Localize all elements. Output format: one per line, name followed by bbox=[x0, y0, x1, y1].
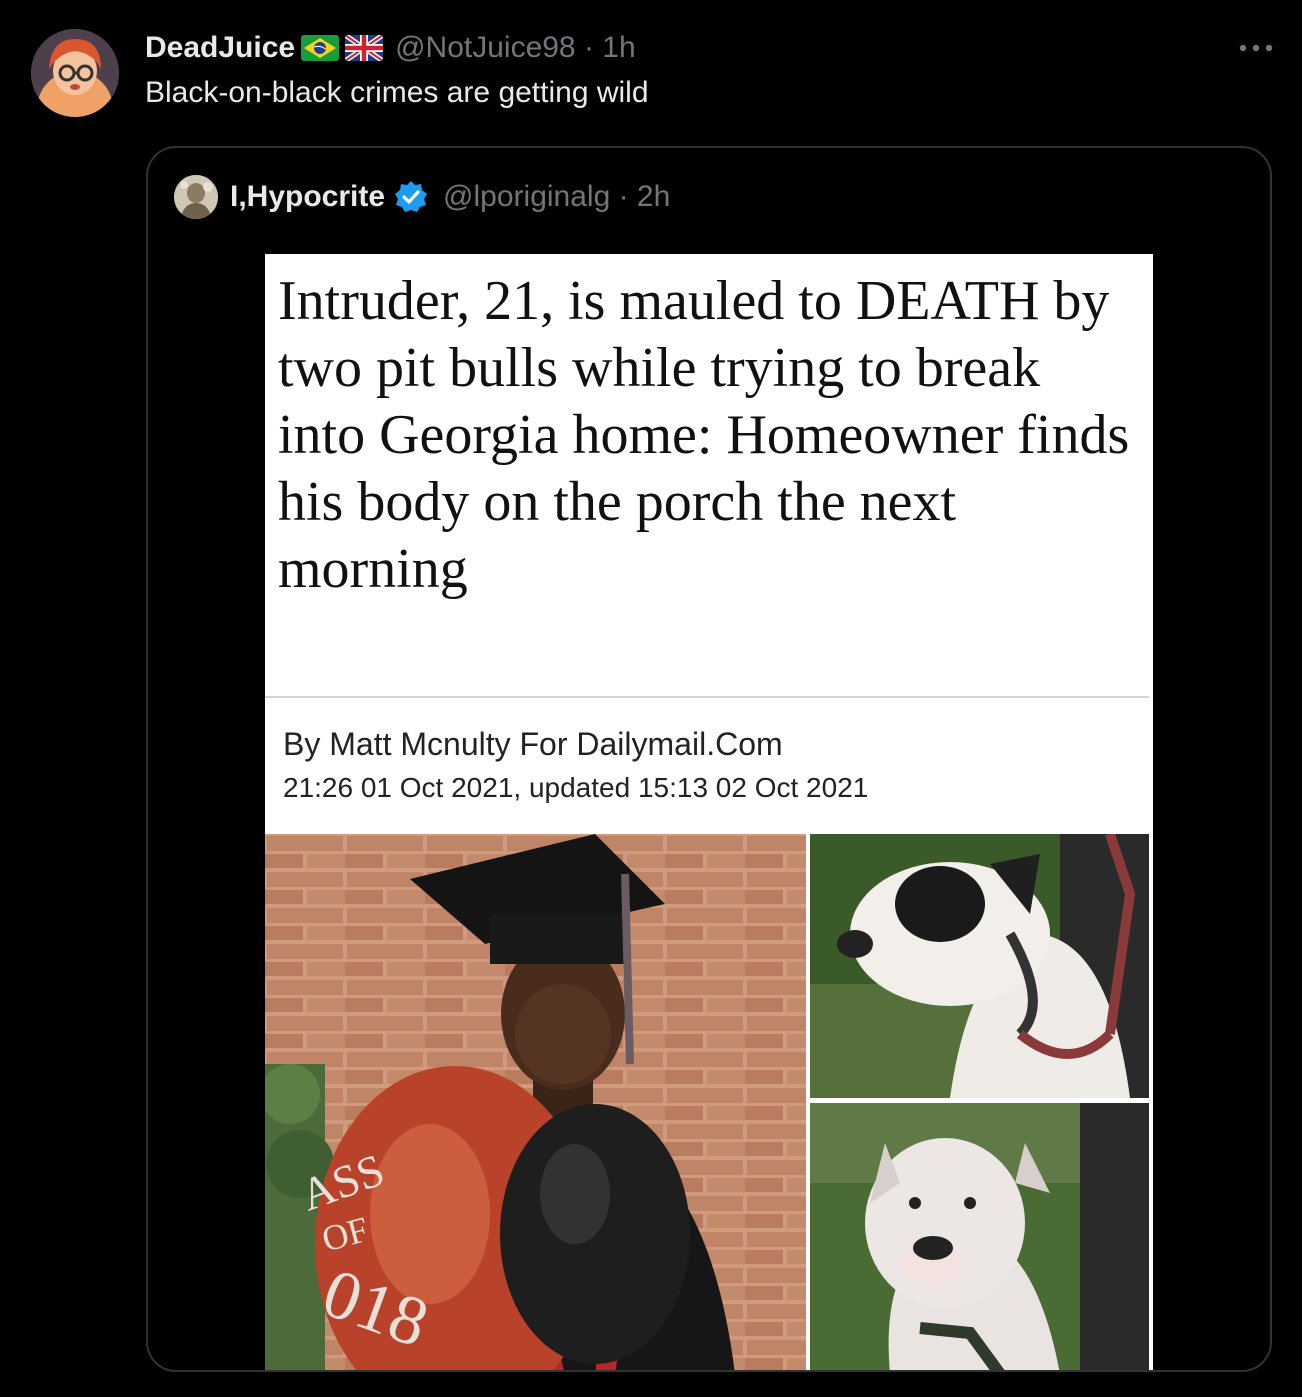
graduation-photo: ASS OF 018 bbox=[265, 834, 806, 1370]
article-dateline: 21:26 01 Oct 2021, updated 15:13 02 Oct … bbox=[283, 772, 869, 803]
quoted-avatar[interactable] bbox=[174, 175, 218, 219]
avatar[interactable] bbox=[31, 29, 119, 117]
pit-bull-photo-1 bbox=[810, 834, 1149, 1098]
uk-flag-icon bbox=[345, 35, 384, 61]
author-display-name[interactable]: DeadJuice bbox=[145, 31, 295, 65]
tweet-header: DeadJuice @NotJuice98 · 1h bbox=[145, 28, 636, 68]
pit-bull-photo-2 bbox=[810, 1103, 1149, 1370]
brazil-flag-icon bbox=[301, 35, 340, 61]
quoted-tweet[interactable]: I,Hypocrite @lporiginalg · 2h Intruder, … bbox=[146, 146, 1272, 1372]
quoted-author-display-name[interactable]: I,Hypocrite bbox=[230, 180, 385, 214]
article-divider bbox=[265, 696, 1149, 698]
more-icon[interactable] bbox=[1234, 30, 1278, 66]
article-byline: By Matt Mcnulty For Dailymail.Com bbox=[283, 726, 783, 762]
quoted-tweet-header: I,Hypocrite @lporiginalg · 2h bbox=[174, 174, 670, 220]
author-handle-time[interactable]: @NotJuice98 · 1h bbox=[395, 31, 636, 65]
verified-badge-icon bbox=[393, 179, 429, 215]
article-headline: Intruder, 21, is mauled to DEATH by two … bbox=[278, 270, 1130, 600]
article-screenshot-image[interactable]: Intruder, 21, is mauled to DEATH by two … bbox=[265, 254, 1153, 1370]
tweet-text: Black-on-black crimes are getting wild bbox=[145, 76, 649, 109]
quoted-author-handle-time[interactable]: @lporiginalg · 2h bbox=[443, 180, 670, 214]
